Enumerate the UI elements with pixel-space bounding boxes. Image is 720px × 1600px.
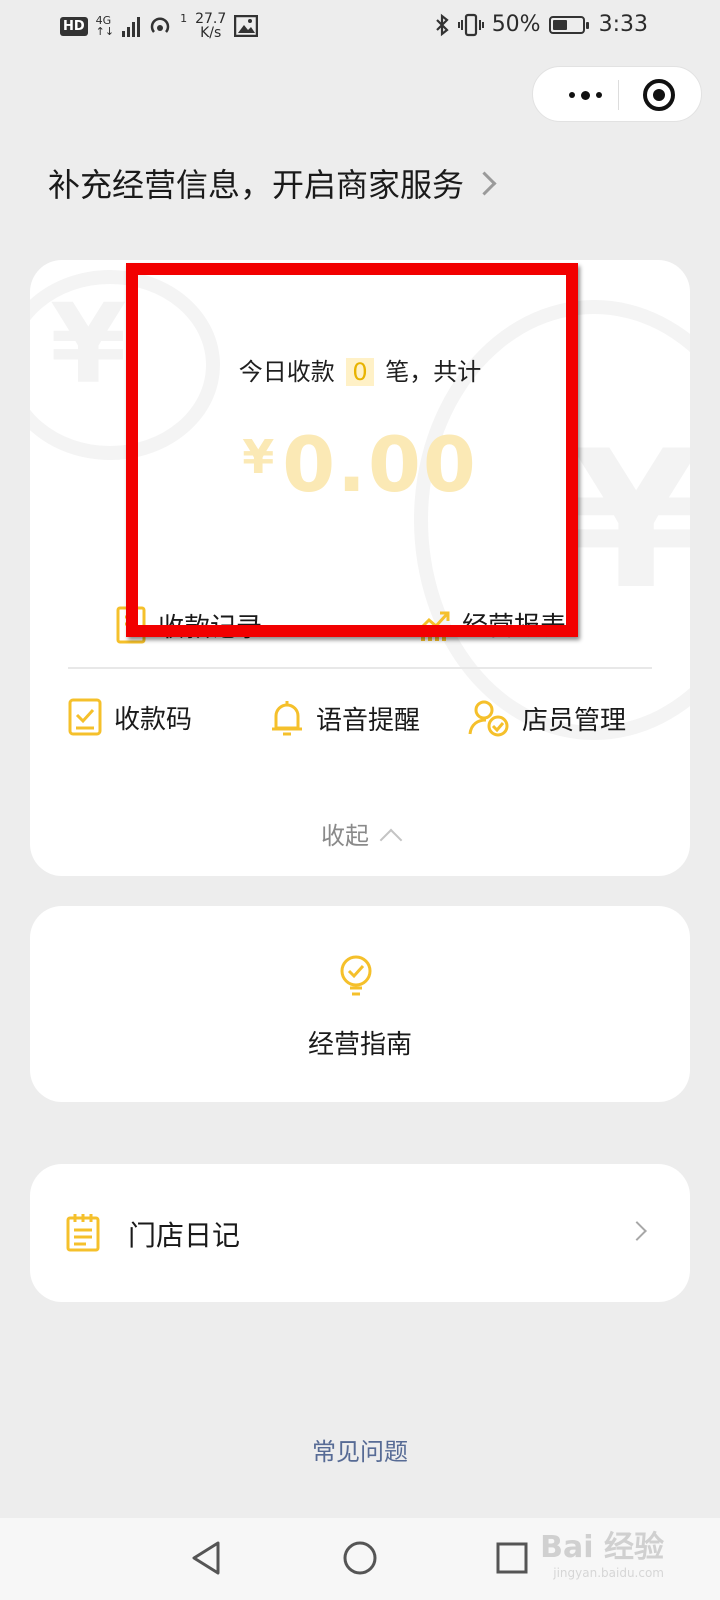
merchant-info-label: 补充经营信息，开启商家服务 xyxy=(48,166,465,204)
notepad-icon xyxy=(66,1214,100,1252)
network-indicator: 4G ↑↓ xyxy=(96,15,114,37)
card-divider xyxy=(68,667,652,669)
qr-code-card-icon xyxy=(68,698,102,736)
status-left: HD 4G ↑↓ 1 27.7 K/s xyxy=(60,11,259,40)
bluetooth-icon xyxy=(435,13,449,36)
recents-icon[interactable] xyxy=(496,1542,528,1574)
collapse-toggle[interactable]: 收起 xyxy=(30,816,690,852)
tool-payment-code[interactable]: 收款码 xyxy=(68,698,192,736)
lightbulb-check-icon xyxy=(340,955,372,996)
hotspot-count: 1 xyxy=(180,11,188,25)
red-highlight-box xyxy=(126,263,578,637)
faq-link[interactable]: 常见问题 xyxy=(0,1432,720,1467)
net-speed: 27.7 K/s xyxy=(195,12,226,40)
bell-icon xyxy=(272,701,302,736)
collapse-label: 收起 xyxy=(321,822,369,850)
signal-icon xyxy=(122,15,141,37)
chevron-up-icon xyxy=(379,828,403,852)
tool-voice-alert[interactable]: 语音提醒 xyxy=(270,698,420,738)
status-bar: HD 4G ↑↓ 1 27.7 K/s 50% 3:33 xyxy=(0,0,720,56)
vibrate-icon xyxy=(457,13,484,36)
store-diary-label: 门店日记 xyxy=(128,1219,241,1252)
hd-badge: HD xyxy=(60,16,88,36)
baidu-watermark-url: jingyan.baidu.com xyxy=(553,1566,664,1580)
battery-icon xyxy=(548,15,589,34)
hotspot-icon xyxy=(150,17,170,33)
store-diary-card[interactable]: 门店日记 xyxy=(30,1164,690,1302)
network-arrows: ↑↓ xyxy=(95,25,115,38)
net-speed-unit: K/s xyxy=(200,25,222,41)
capsule-divider xyxy=(618,80,619,110)
home-icon[interactable] xyxy=(342,1540,378,1576)
chevron-right-icon xyxy=(472,170,497,196)
tool-label: 店员管理 xyxy=(522,705,627,736)
status-right: 50% 3:33 xyxy=(434,12,648,37)
business-guide-label: 经营指南 xyxy=(307,1030,412,1060)
image-notification-icon xyxy=(234,15,259,37)
status-time: 3:33 xyxy=(598,12,648,37)
tool-label: 语音提醒 xyxy=(316,705,421,736)
back-icon[interactable] xyxy=(190,1540,222,1576)
miniprogram-capsule xyxy=(532,66,702,122)
tool-staff-management[interactable]: 店员管理 xyxy=(468,698,626,738)
chevron-right-icon xyxy=(627,1221,647,1241)
staff-check-icon xyxy=(468,700,509,737)
net-speed-value: 27.7 xyxy=(195,11,227,27)
business-guide-card[interactable]: 经营指南 xyxy=(30,906,690,1102)
baidu-watermark-logo: Bai 经验 xyxy=(540,1530,664,1565)
battery-percent: 50% xyxy=(491,12,541,37)
tool-label: 收款码 xyxy=(114,704,193,735)
close-miniprogram-icon[interactable] xyxy=(643,79,675,111)
merchant-info-prompt[interactable]: 补充经营信息，开启商家服务 xyxy=(48,160,497,206)
more-options-icon[interactable] xyxy=(555,81,615,109)
yen-watermark-icon: ¥ xyxy=(50,280,127,408)
